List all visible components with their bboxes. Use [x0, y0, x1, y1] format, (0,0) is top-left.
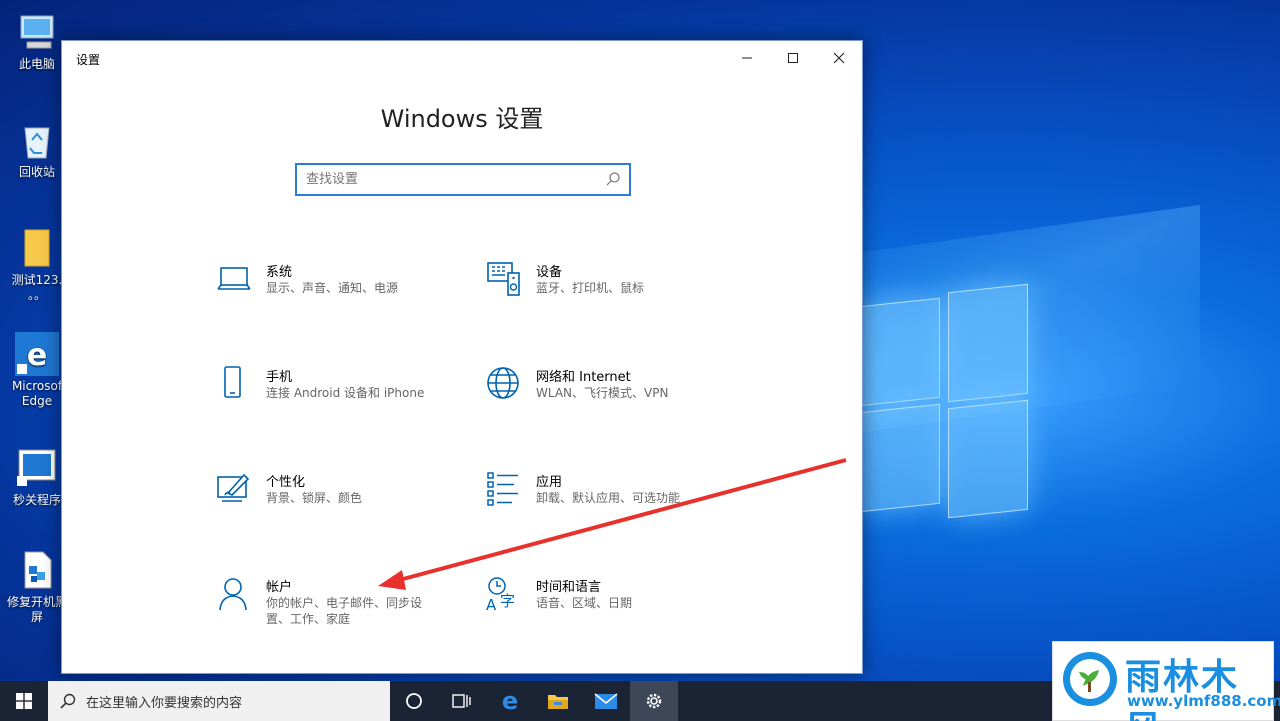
mail-icon — [594, 693, 618, 709]
settings-item-system[interactable]: 系统 显示、声音、通知、电源 — [216, 261, 456, 341]
settings-item-time-language[interactable]: A字 时间和语言 语音、区域、日期 — [486, 576, 726, 656]
svg-text:e: e — [502, 690, 518, 712]
time-language-icon: A字 — [486, 577, 515, 612]
search-input[interactable] — [306, 165, 596, 193]
item-name: 网络和 Internet — [536, 370, 631, 385]
settings-item-phone[interactable]: 手机 连接 Android 设备和 iPhone — [216, 366, 456, 446]
item-name: 设备 — [536, 265, 563, 280]
item-name: 系统 — [266, 265, 293, 280]
minimize-icon — [742, 57, 752, 59]
item-name: 应用 — [536, 475, 563, 490]
item-desc: WLAN、飞行模式、VPN — [536, 386, 669, 400]
cortana-circle-icon — [406, 693, 422, 709]
settings-item-devices[interactable]: 设备 蓝牙、打印机、鼠标 — [486, 261, 726, 341]
item-desc: 蓝牙、打印机、鼠标 — [536, 281, 645, 295]
recycle-bin-icon — [15, 118, 59, 162]
edge-icon: e — [502, 690, 518, 712]
close-button[interactable] — [816, 41, 862, 75]
maximize-icon — [788, 53, 798, 63]
windows-start-icon — [16, 693, 32, 709]
taskbar-mail-button[interactable] — [582, 681, 630, 721]
item-desc: 卸载、默认应用、可选功能 — [536, 491, 681, 505]
rain-forest-logo — [1063, 652, 1117, 706]
taskbar-settings-button[interactable] — [630, 681, 678, 721]
repair-icon — [15, 548, 59, 592]
windows-logo-wallpaper — [860, 282, 1030, 522]
cortana-button[interactable] — [390, 681, 438, 721]
item-desc: 连接 Android 设备和 iPhone — [266, 386, 425, 400]
settings-item-accounts[interactable]: 帐户 你的帐户、电子邮件、同步设置、工作、家庭 — [216, 576, 456, 666]
settings-item-personalization[interactable]: 个性化 背景、锁屏、颜色 — [216, 471, 456, 551]
close-icon — [833, 52, 845, 64]
start-button[interactable] — [0, 681, 48, 721]
item-desc: 你的帐户、电子邮件、同步设置、工作、家庭 — [266, 596, 423, 626]
file-explorer-icon — [548, 695, 568, 709]
watermark-title: 雨林木风 — [1125, 656, 1240, 721]
laptop-icon — [217, 267, 251, 290]
maximize-button[interactable] — [770, 41, 816, 75]
window-title: 设置 — [76, 53, 101, 67]
program-icon — [15, 446, 59, 490]
devices-icon — [487, 262, 520, 296]
globe-icon — [487, 367, 519, 399]
search-icon — [606, 172, 620, 186]
task-view-icon — [452, 694, 471, 708]
svg-text:A: A — [486, 596, 497, 612]
settings-window: 设置 Windows 设置 系统 显示、声音、通知、电源 设备 蓝牙、打印机、鼠… — [61, 40, 863, 674]
search-icon — [60, 693, 76, 709]
item-name: 个性化 — [266, 475, 306, 490]
apps-icon — [487, 472, 518, 506]
item-desc: 语音、区域、日期 — [536, 596, 633, 610]
item-name: 时间和语言 — [536, 580, 602, 595]
computer-icon — [15, 10, 59, 54]
gear-icon — [646, 693, 662, 709]
page-title: Windows 设置 — [380, 105, 544, 133]
taskbar-search-box[interactable]: 在这里输入你要搜索的内容 — [48, 681, 390, 721]
settings-item-apps[interactable]: 应用 卸载、默认应用、可选功能 — [486, 471, 726, 551]
person-icon — [219, 578, 247, 611]
taskbar-search-text: 在这里输入你要搜索的内容 — [86, 695, 243, 711]
title-bar[interactable]: 设置 — [62, 41, 862, 75]
item-name: 帐户 — [266, 580, 293, 595]
item-desc: 显示、声音、通知、电源 — [266, 281, 399, 295]
folder-icon — [15, 226, 59, 270]
watermark-url: www.ylmf888.com — [1127, 692, 1280, 710]
svg-text:字: 字 — [500, 592, 515, 610]
item-name: 手机 — [266, 370, 293, 385]
item-desc: 背景、锁屏、颜色 — [266, 491, 363, 505]
settings-item-network[interactable]: 网络和 Internet WLAN、飞行模式、VPN — [486, 366, 726, 446]
minimize-button[interactable] — [724, 41, 770, 75]
taskbar-edge-button[interactable]: e — [486, 681, 534, 721]
watermark: 雨林木风 www.ylmf888.com — [1052, 641, 1280, 721]
task-view-button[interactable] — [438, 681, 486, 721]
svg-text:e: e — [27, 338, 47, 373]
taskbar-explorer-button[interactable] — [534, 681, 582, 721]
search-box[interactable] — [295, 163, 631, 196]
personalize-icon — [217, 473, 250, 502]
edge-icon: e — [15, 332, 59, 376]
phone-icon — [224, 366, 241, 398]
